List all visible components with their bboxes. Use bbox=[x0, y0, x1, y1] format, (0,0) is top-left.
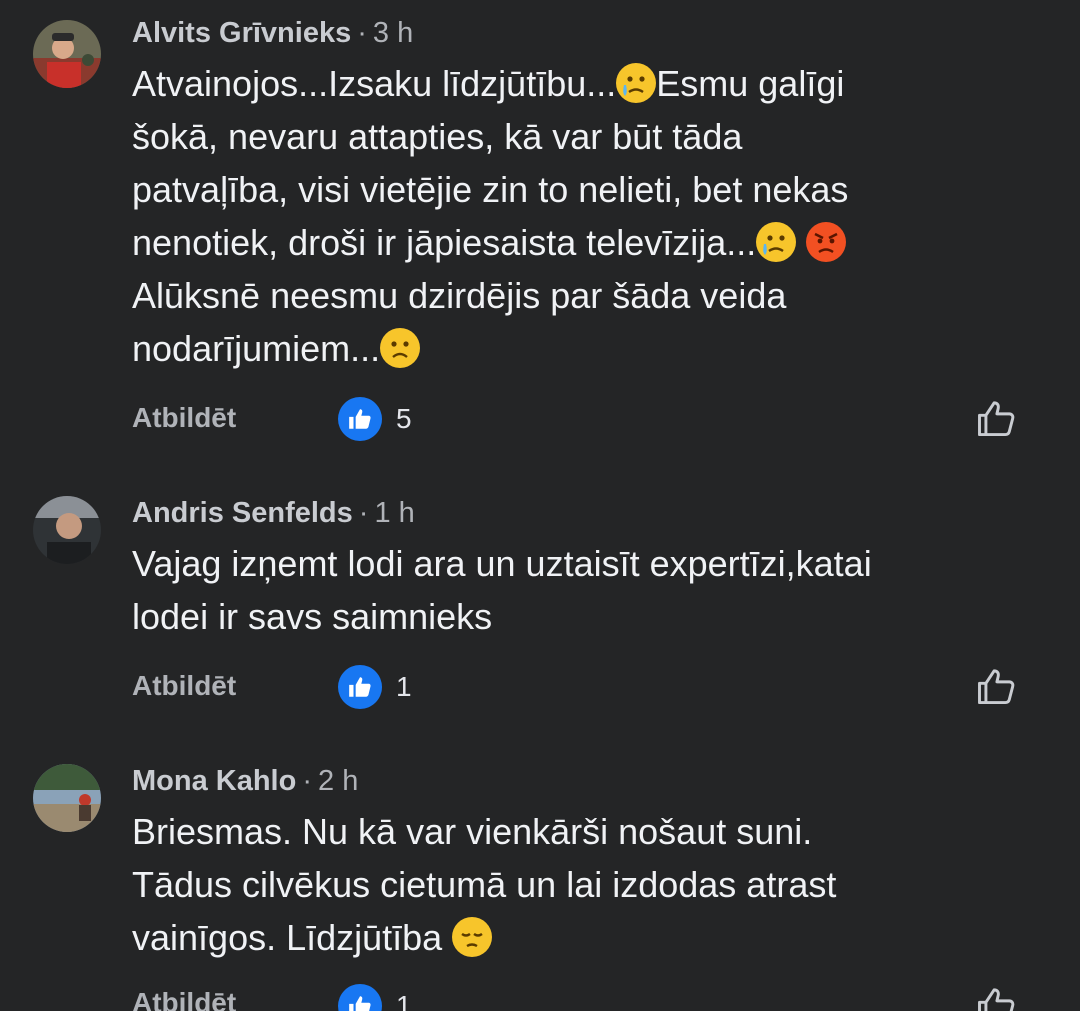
avatar[interactable] bbox=[33, 20, 101, 88]
thumbs-up-icon bbox=[338, 397, 382, 441]
comment-line: patvaļība, visi vietējie zin to nelieti,… bbox=[132, 169, 849, 210]
frowning-face-icon bbox=[380, 328, 421, 368]
crying-face-icon bbox=[756, 222, 797, 262]
comment-meta: Alvits Grīvnieks · 3 h bbox=[132, 16, 413, 50]
comment-text: Briesmas. Nu kā var vienkārši nošaut sun… bbox=[132, 805, 1032, 964]
comment-line: Alūksnē neesmu dzirdējis par šāda veida bbox=[132, 275, 787, 316]
crying-face-icon bbox=[616, 63, 657, 103]
comment-line: nodarījumiem... bbox=[132, 322, 1032, 375]
comment-time[interactable]: 1 h bbox=[374, 497, 414, 529]
reply-button[interactable]: Atbildēt bbox=[132, 402, 236, 434]
author-name[interactable]: Alvits Grīvnieks bbox=[132, 17, 351, 49]
comment-text: Vajag izņemt lodi ara un uztaisīt expert… bbox=[132, 537, 1032, 643]
reaction-summary[interactable]: 5 bbox=[338, 397, 412, 441]
comment-line: nenotiek, droši ir jāpiesaista televīzij… bbox=[132, 216, 1032, 269]
avatar[interactable] bbox=[33, 496, 101, 564]
reaction-count: 1 bbox=[396, 990, 412, 1011]
time-separator: · bbox=[357, 17, 367, 49]
comment-line: Briesmas. Nu kā var vienkārši nošaut sun… bbox=[132, 811, 813, 852]
comment-text: Atvainojos...Izsaku līdzjūtību... Esmu ga… bbox=[132, 57, 1032, 375]
time-separator: · bbox=[302, 765, 313, 797]
comment-meta: Mona Kahlo · 2 h bbox=[132, 764, 358, 798]
author-name[interactable]: Andris Senfelds bbox=[132, 497, 353, 529]
comment-line: Vajag izņemt lodi ara un uztaisīt expert… bbox=[132, 543, 872, 584]
reaction-count: 1 bbox=[396, 671, 412, 702]
thumbs-up-icon bbox=[338, 984, 382, 1011]
reaction-summary[interactable]: 1 bbox=[338, 665, 412, 709]
text-segment: Esmu galīgi bbox=[656, 63, 845, 104]
like-icon[interactable] bbox=[974, 397, 1018, 441]
avatar[interactable] bbox=[33, 764, 101, 832]
comment-line: Atvainojos...Izsaku līdzjūtību... Esmu ga… bbox=[132, 57, 1032, 110]
comment-feed: Alvits Grīvnieks · 3 h Atvainojos...Izsaku… bbox=[0, 0, 1080, 1011]
comment-meta: Andris Senfelds · 1 h bbox=[132, 496, 415, 530]
reply-button[interactable]: Atbildēt bbox=[132, 987, 236, 1011]
like-icon[interactable] bbox=[974, 665, 1018, 709]
comment-time[interactable]: 3 h bbox=[373, 17, 413, 49]
reaction-summary[interactable]: 1 bbox=[338, 984, 412, 1011]
reply-button[interactable]: Atbildēt bbox=[132, 670, 236, 702]
text-segment: vainīgos. Līdzjūtība bbox=[132, 917, 453, 958]
time-separator: · bbox=[358, 497, 369, 529]
author-name[interactable]: Mona Kahlo bbox=[132, 765, 296, 797]
like-icon[interactable] bbox=[974, 984, 1018, 1011]
pensive-face-icon bbox=[452, 917, 493, 957]
comment-time[interactable]: 2 h bbox=[318, 765, 358, 797]
text-segment: nenotiek, droši ir jāpiesaista televīzij… bbox=[132, 222, 757, 263]
comment-line: šokā, nevaru attapties, kā var būt tāda bbox=[132, 116, 743, 157]
comment-line: lodei ir savs saimnieks bbox=[132, 596, 493, 637]
reaction-count: 5 bbox=[396, 403, 412, 434]
angry-face-icon bbox=[806, 222, 847, 262]
thumbs-up-icon bbox=[338, 665, 382, 709]
comment-line: Tādus cilvēkus cietumā un lai izdodas at… bbox=[132, 864, 837, 905]
text-segment: Atvainojos...Izsaku līdzjūtību... bbox=[132, 63, 617, 104]
comment-line: vainīgos. Līdzjūtība bbox=[132, 911, 1032, 964]
text-segment: nodarījumiem... bbox=[132, 328, 381, 369]
